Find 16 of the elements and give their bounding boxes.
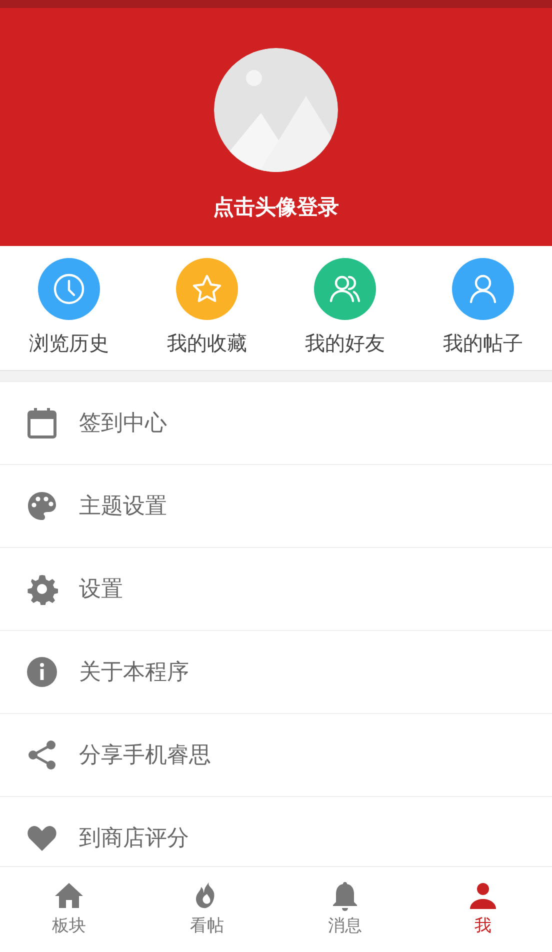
info-icon [26,656,58,688]
quick-action-button[interactable]: 浏览历史 [0,258,138,356]
clock-icon [52,272,86,306]
calendar-icon [26,407,58,439]
quick-action-button[interactable]: 我的好友 [276,258,414,356]
palette-icon [26,490,58,522]
share-icon [26,739,58,771]
tab-button[interactable]: 消息 [276,867,414,952]
login-prompt[interactable]: 点击头像登录 [213,194,339,222]
settings-icon [26,573,58,605]
avatar-button[interactable] [214,48,338,172]
quick-action-button[interactable]: 我的帖子 [414,258,552,356]
quick-action-button[interactable]: 我的收藏 [138,258,276,356]
tab-button[interactable]: 看帖 [138,867,276,952]
tab-button[interactable]: 我 [414,867,552,952]
tab-button[interactable]: 板块 [0,867,138,952]
